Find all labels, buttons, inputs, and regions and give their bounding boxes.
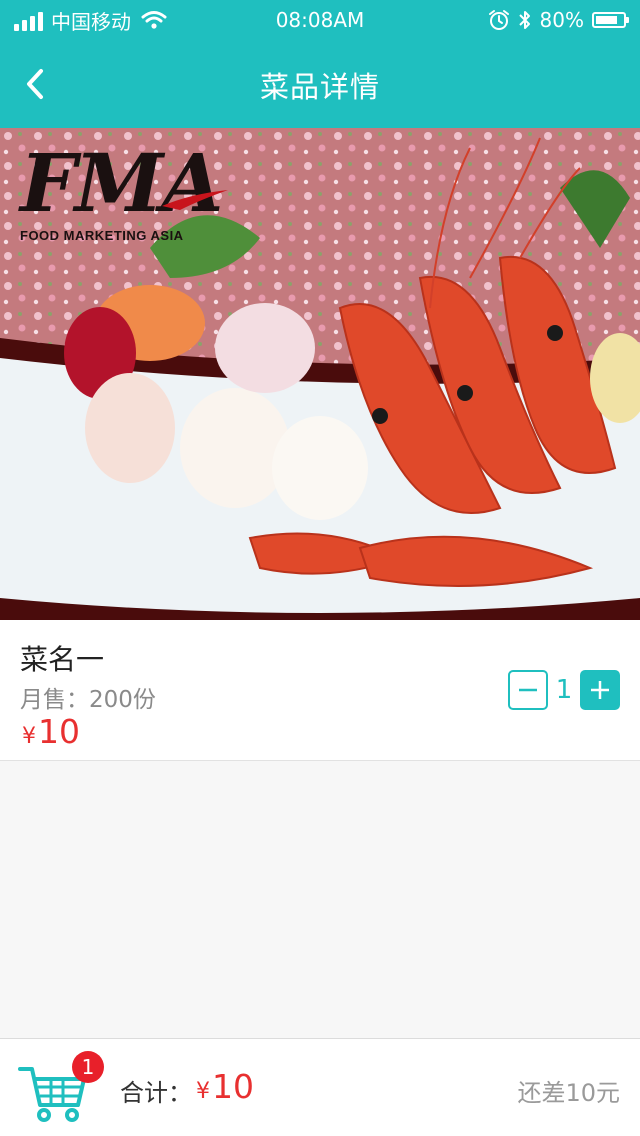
cart-footer: 1 合计： ¥ 10 还差10元 — [0, 1038, 640, 1136]
battery-icon — [592, 12, 629, 28]
status-right: 80% — [488, 6, 629, 34]
total-label: 合计： — [120, 1079, 192, 1107]
dish-image: FMA FOOD MARKETING ASIA — [0, 128, 640, 620]
app-header: 中国移动 08:08AM 80% 菜品详情 — [0, 0, 640, 128]
alarm-clock-icon — [488, 10, 509, 30]
bluetooth-icon — [518, 11, 530, 29]
decrease-quantity-button[interactable] — [508, 670, 548, 710]
status-bar: 中国移动 08:08AM 80% — [0, 0, 640, 40]
remaining-amount: 还差10元 — [517, 1079, 620, 1107]
logo-subtitle: FOOD MARKETING ASIA — [20, 228, 184, 243]
quantity-value: 1 — [555, 675, 573, 705]
total-price: ¥ 10 — [196, 1067, 254, 1106]
logo-swoosh — [162, 190, 228, 210]
price-value: 10 — [38, 712, 80, 751]
cart-count-badge: 1 — [72, 1051, 104, 1083]
increase-quantity-button[interactable] — [580, 670, 620, 710]
fma-logo: FMA FOOD MARKETING ASIA — [20, 143, 228, 243]
dish-name: 菜名一 — [20, 643, 105, 676]
plus-icon — [591, 681, 609, 699]
total-currency-symbol: ¥ — [196, 1079, 210, 1104]
total-value: 10 — [212, 1067, 254, 1106]
quantity-stepper: 1 — [508, 670, 620, 710]
dish-info: 菜名一 月售：200份 ¥ 10 1 — [0, 620, 640, 761]
battery-percent: 80% — [539, 8, 584, 32]
minus-icon — [519, 688, 537, 692]
dish-monthly-sales: 月售：200份 — [20, 687, 156, 713]
currency-symbol: ¥ — [22, 724, 36, 749]
dish-price: ¥ 10 — [22, 712, 80, 751]
battery-level — [596, 16, 617, 24]
nav-bar: 菜品详情 — [0, 40, 640, 128]
page-title: 菜品详情 — [259, 70, 380, 104]
